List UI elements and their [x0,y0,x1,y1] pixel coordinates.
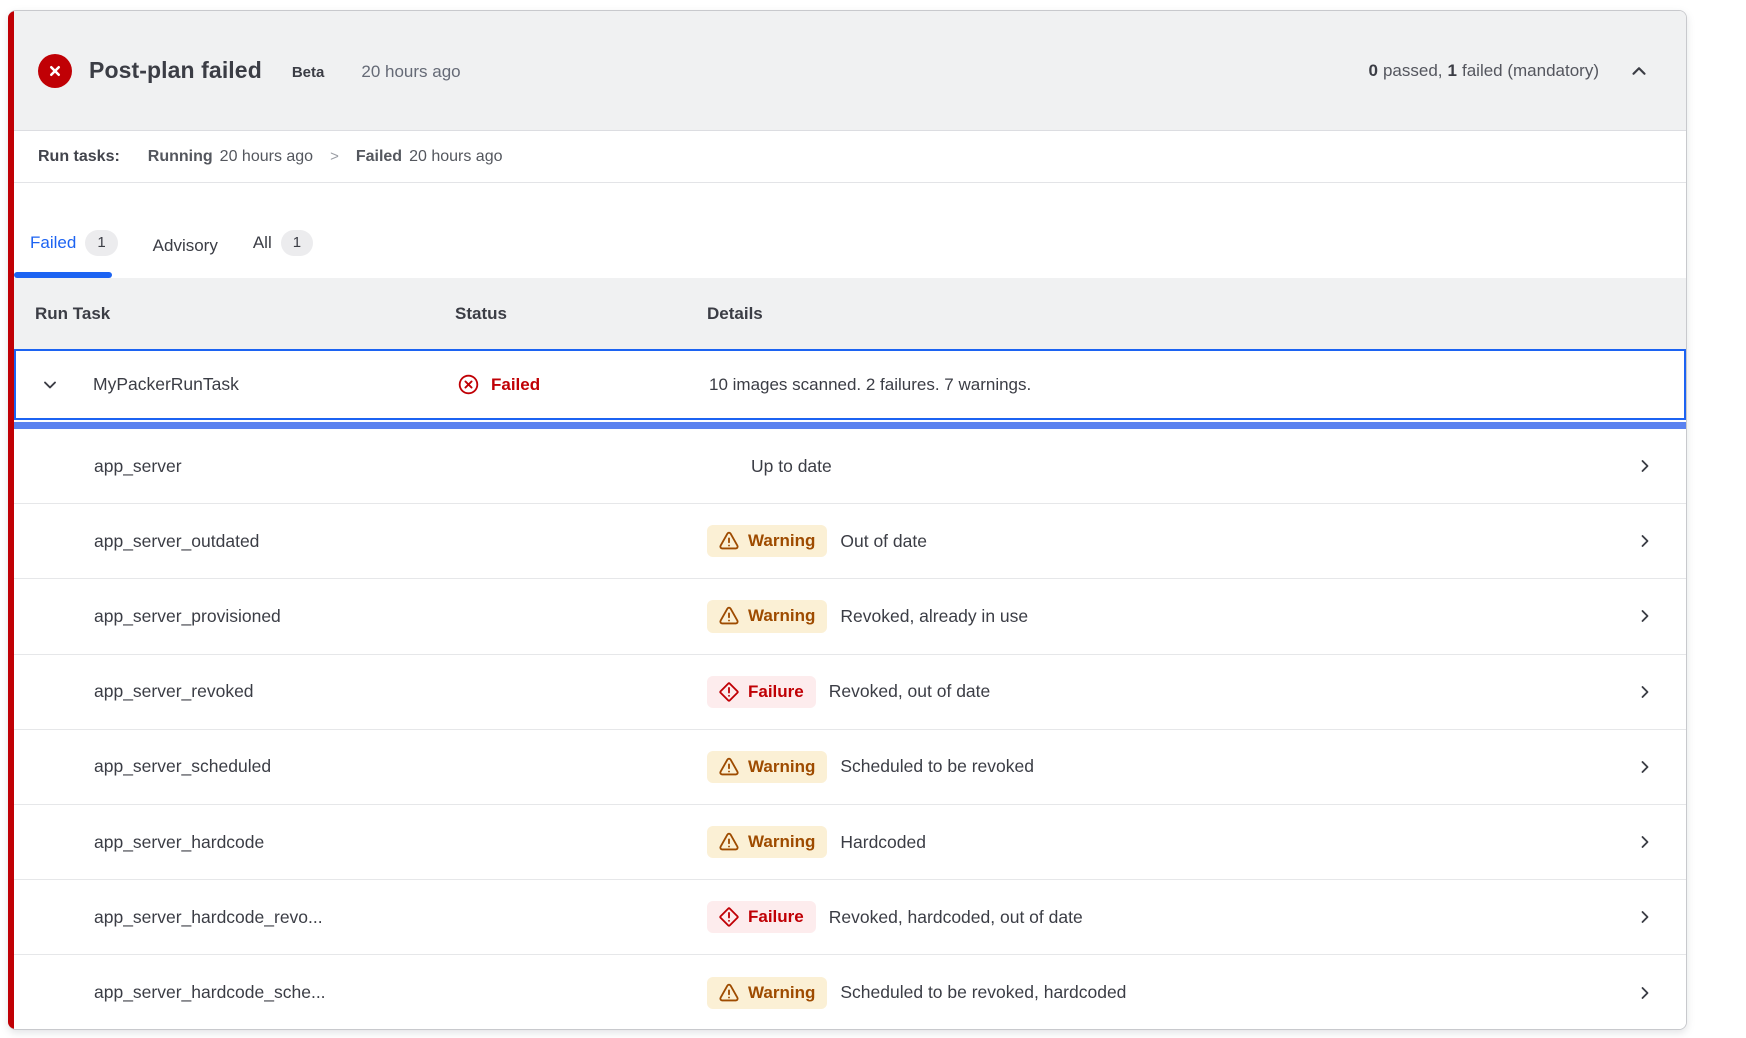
detail-message: Out of date [840,531,927,552]
status-failed: Failed [457,373,709,396]
image-row[interactable]: app_server Up to date [14,429,1686,504]
image-name: app_server [14,456,455,477]
failed-status-stripe [8,11,14,1029]
status-badge [707,461,738,471]
detail-message: Scheduled to be revoked [840,756,1034,777]
status-badge: Warning [707,751,827,783]
result-tabs: Failed 1 Advisory All 1 [14,183,1686,278]
image-row[interactable]: app_server_outdated Warning Out of date [14,504,1686,579]
panel-title: Post-plan failed [89,57,262,84]
column-run-task: Run Task [14,304,455,324]
chevron-right-icon[interactable] [1635,907,1655,927]
warning-triangle-icon [718,756,740,778]
status-badge: Warning [707,977,827,1009]
image-row[interactable]: app_server_hardcode_sche... Warning Sche… [14,955,1686,1030]
detail-message: Hardcoded [840,832,926,853]
detail-message: Up to date [751,456,832,477]
run-tasks-timeline: Run tasks: Running 20 hours ago > Failed… [14,131,1686,183]
image-row[interactable]: app_server_revoked Failure Revoked, out … [14,655,1686,730]
detail-message: Scheduled to be revoked, hardcoded [840,982,1126,1003]
pass-fail-summary: 0passed, 1failed (mandatory) [1369,61,1600,81]
image-row[interactable]: app_server_hardcode Warning Hardcoded [14,805,1686,880]
status-badge: Warning [707,600,827,632]
warning-triangle-icon [718,982,740,1004]
tab-all-count: 1 [281,230,313,256]
image-row[interactable]: app_server_provisioned Warning Revoked, … [14,579,1686,654]
detail-message: Revoked, already in use [840,606,1028,627]
status-badge: Failure [707,676,816,708]
run-task-details: 10 images scanned. 2 failures. 7 warning… [709,375,1622,395]
failed-circle-x-icon [38,54,72,88]
tab-all[interactable]: All 1 [237,230,332,278]
image-row[interactable]: app_server_scheduled Warning Scheduled t… [14,730,1686,805]
chevron-up-icon [1628,60,1650,82]
image-name: app_server_provisioned [14,606,455,627]
chevron-right-icon[interactable] [1635,757,1655,777]
status-badge: Warning [707,525,827,557]
failure-diamond-icon [718,681,740,703]
timeline-separator: > [330,148,339,165]
status-badge: Warning [707,826,827,858]
chevron-right-icon[interactable] [1635,531,1655,551]
collapse-panel-button[interactable] [1626,58,1652,84]
detail-message: Revoked, out of date [829,681,991,702]
image-name: app_server_hardcode [14,832,455,853]
table-header: Run Task Status Details [14,278,1686,349]
beta-badge: Beta [292,64,325,81]
chevron-right-icon[interactable] [1635,606,1655,626]
image-name: app_server_hardcode_sche... [14,982,455,1003]
chevron-right-icon[interactable] [1635,682,1655,702]
status-badge: Failure [707,901,816,933]
warning-triangle-icon [718,831,740,853]
image-name: app_server_revoked [14,681,455,702]
timeline-stage-failed: Failed 20 hours ago [356,148,503,166]
tab-failed[interactable]: Failed 1 [14,230,137,278]
chevron-right-icon[interactable] [1635,983,1655,1003]
panel-header: Post-plan failed Beta 20 hours ago 0pass… [14,11,1686,131]
run-task-panel: Post-plan failed Beta 20 hours ago 0pass… [8,10,1687,1030]
panel-timestamp: 20 hours ago [361,62,460,82]
chevron-down-icon[interactable] [40,375,60,395]
image-row[interactable]: app_server_hardcode_revo... Failure Revo… [14,880,1686,955]
image-name: app_server_hardcode_revo... [14,907,455,928]
circle-x-outline-icon [457,373,480,396]
timeline-label: Run tasks: [38,148,120,166]
passed-count: 0 [1369,61,1378,81]
warning-triangle-icon [718,530,740,552]
run-task-row[interactable]: MyPackerRunTask Failed 10 images scanned… [14,349,1686,420]
chevron-right-icon[interactable] [1635,456,1655,476]
column-details: Details [707,304,1624,324]
tab-advisory[interactable]: Advisory [137,236,237,278]
run-task-name: MyPackerRunTask [93,374,239,395]
image-name: app_server_outdated [14,531,455,552]
timeline-stage-running: Running 20 hours ago [148,148,313,166]
image-name: app_server_scheduled [14,756,455,777]
chevron-right-icon[interactable] [1635,832,1655,852]
failed-count: 1 [1448,61,1457,81]
detail-message: Revoked, hardcoded, out of date [829,907,1083,928]
image-result-list: app_server Up to date app_server_outdate… [14,429,1686,1030]
failure-diamond-icon [718,906,740,928]
warning-triangle-icon [718,605,740,627]
tab-failed-count: 1 [85,230,117,256]
expanded-section-indicator [14,422,1686,429]
column-status: Status [455,304,707,324]
